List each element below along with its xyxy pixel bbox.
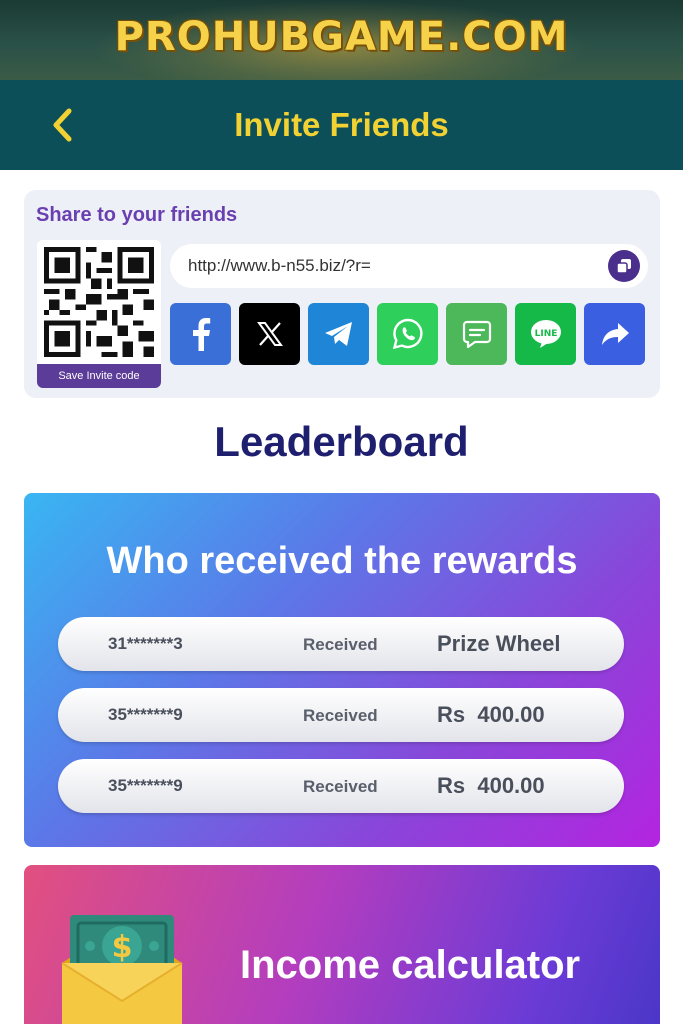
site-banner: PROHUBGAME.COM	[0, 0, 683, 80]
whatsapp-share-button[interactable]	[377, 303, 438, 365]
x-share-button[interactable]	[239, 303, 300, 365]
reward-row: 35*******9 Received Rs 400.00	[58, 688, 624, 742]
page-title: Invite Friends	[234, 106, 449, 143]
rewards-title: Who received the rewards	[106, 540, 578, 582]
income-calculator-title: Income calculator	[240, 943, 581, 987]
reward-value: Rs 400.00	[437, 702, 545, 727]
rewards-card: Who received the rewards 31*******3 Rece…	[24, 493, 660, 847]
reward-value: Rs 400.00	[437, 773, 545, 798]
x-icon	[256, 322, 283, 346]
leaderboard-title: Leaderboard	[214, 418, 469, 465]
banner-text: PROHUBGAME.COM	[114, 14, 569, 60]
more-share-button[interactable]	[584, 303, 645, 365]
page-header: Invite Friends	[0, 80, 683, 170]
whatsapp-icon	[392, 318, 423, 350]
line-icon: LINE	[530, 320, 561, 348]
qr-code-icon	[44, 247, 154, 357]
reward-status: Received	[303, 777, 378, 796]
invite-url-text: http://www.b-n55.biz/?r=	[188, 256, 371, 275]
qr-code-box[interactable]: Save Invite code	[37, 240, 161, 388]
reward-status: Received	[303, 635, 378, 654]
message-icon	[462, 320, 491, 349]
save-invite-code-button[interactable]: Save Invite code	[37, 364, 161, 388]
reward-value: Prize Wheel	[437, 631, 561, 656]
telegram-icon	[324, 322, 352, 346]
line-share-button[interactable]: LINE	[515, 303, 576, 365]
reward-user-id: 35*******9	[108, 705, 183, 724]
invite-url-field[interactable]: http://www.b-n55.biz/?r=	[170, 244, 648, 288]
facebook-share-button[interactable]	[170, 303, 231, 365]
telegram-share-button[interactable]	[308, 303, 369, 365]
income-calculator-card[interactable]: $ Income calculator	[24, 865, 660, 1024]
share-card: Share to your friends Save Invite code h…	[24, 190, 660, 398]
reward-row: 35*******9 Received Rs 400.00	[58, 759, 624, 813]
copy-icon	[616, 259, 631, 274]
reward-status: Received	[303, 706, 378, 725]
message-share-button[interactable]	[446, 303, 507, 365]
share-title: Share to your friends	[36, 204, 238, 226]
share-icon	[601, 323, 629, 345]
svg-text:LINE: LINE	[534, 329, 557, 339]
facebook-icon	[192, 318, 210, 351]
money-envelope-icon: $	[61, 915, 183, 1024]
svg-text:$: $	[112, 930, 133, 965]
reward-user-id: 35*******9	[108, 776, 183, 795]
reward-row: 31*******3 Received Prize Wheel	[58, 617, 624, 671]
copy-button[interactable]	[608, 250, 640, 282]
reward-user-id: 31*******3	[108, 634, 183, 653]
